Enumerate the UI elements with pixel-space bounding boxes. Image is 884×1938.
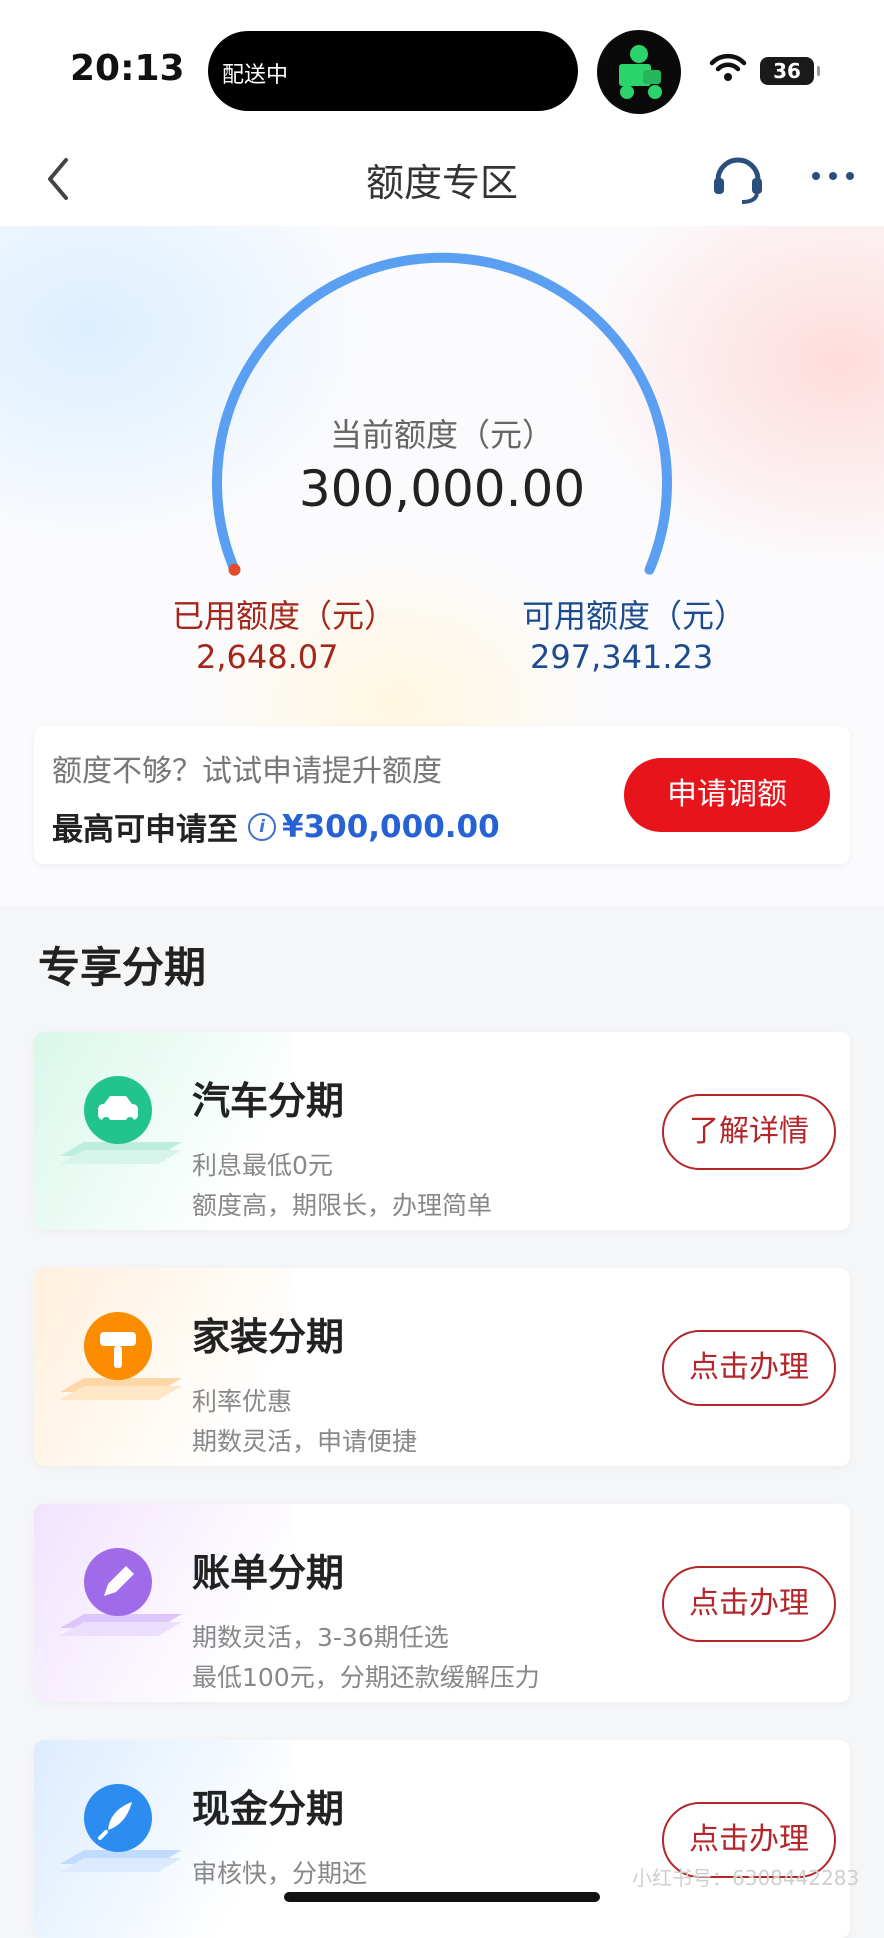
installment-card-bill[interactable]: 账单分期 期数灵活，3-36期任选 最低100元，分期还款缓解压力 点击办理 [34,1504,850,1702]
pencil-icon [48,1544,188,1664]
card-description: 额度高，期限长，办理简单 [192,1191,493,1220]
available-credit-label: 可用额度（元） [522,597,747,635]
navigation-bar: 额度专区 [0,130,884,227]
credit-increase-card: 额度不够？试试申请提升额度 最高可申请至 i ¥300,000.00 申请调额 [34,726,850,864]
used-credit-value: 2,648.07 [196,638,339,676]
promo-max-amount: ¥300,000.00 [282,808,500,845]
delivery-status-text: 配送中 [222,63,289,88]
battery-icon: 36 [760,57,820,85]
installment-card-auto[interactable]: 汽车分期 利息最低0元 额度高，期限长，办理简单 了解详情 [34,1032,850,1230]
available-credit-value: 297,341.23 [530,638,714,676]
current-credit-value: 300,000.00 [298,460,586,518]
learn-more-button[interactable]: 了解详情 [662,1094,836,1170]
status-bar: 20:13 配送中 36 [0,0,884,130]
promo-max-label: 最高可申请至 [52,812,238,848]
apply-now-button[interactable]: 点击办理 [662,1566,836,1642]
apply-adjust-credit-button[interactable]: 申请调额 [624,758,830,832]
credit-gauge [212,252,672,576]
apply-now-button[interactable]: 点击办理 [662,1330,836,1406]
car-icon [48,1072,188,1192]
card-description: 最低100元，分期还款缓解压力 [192,1663,540,1692]
used-credit-label: 已用额度（元） [172,597,397,635]
card-title: 汽车分期 [192,1079,345,1123]
status-time: 20:13 [70,48,185,89]
card-feature: 利率优惠 [192,1387,293,1416]
card-feature: 期数灵活，3-36期任选 [192,1623,449,1652]
more-options-icon[interactable] [808,166,858,186]
delivery-rider-icon[interactable] [597,30,681,114]
card-feature: 审核快，分期还 [192,1859,368,1888]
installment-card-cash[interactable]: 现金分期 审核快，分期还 点击办理 [34,1740,850,1938]
home-indicator[interactable] [284,1892,600,1902]
card-title: 账单分期 [192,1551,345,1595]
current-credit-label: 当前额度（元） [329,416,554,454]
card-feature: 利息最低0元 [192,1151,333,1180]
customer-service-icon[interactable] [708,148,768,212]
card-title: 现金分期 [192,1787,345,1831]
section-title: 专享分期 [38,943,207,992]
installment-card-home-decor[interactable]: 家装分期 利率优惠 期数灵活，申请便捷 点击办理 [34,1268,850,1466]
card-description: 期数灵活，申请便捷 [192,1427,418,1456]
promo-max-amount-row: 最高可申请至 i ¥300,000.00 [52,804,500,849]
promo-subtitle: 额度不够？试试申请提升额度 [52,754,442,789]
paint-roller-icon [48,1308,188,1428]
card-title: 家装分期 [192,1315,345,1359]
wifi-icon [708,52,748,86]
info-icon[interactable]: i [248,812,276,841]
dynamic-island[interactable]: 配送中 [208,31,578,111]
watermark: 小红书号：6308442283 [632,1866,860,1890]
rocket-icon [48,1780,188,1900]
